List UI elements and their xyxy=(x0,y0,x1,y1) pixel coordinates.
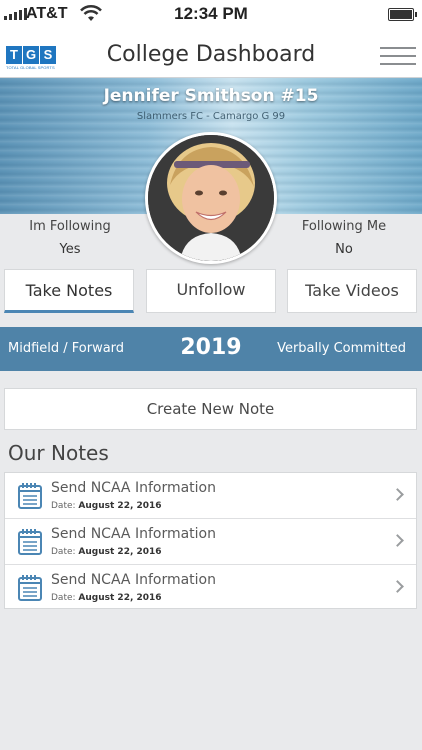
following-me-value: No xyxy=(335,242,353,257)
take-videos-button[interactable]: Take Videos xyxy=(287,269,417,313)
note-date: Date: August 22, 2016 xyxy=(51,593,162,603)
chevron-right-icon xyxy=(391,580,404,593)
im-following-stat: Im Following Yes xyxy=(0,219,140,257)
player-photo xyxy=(148,135,274,261)
player-team: Slammers FC - Camargo G 99 xyxy=(136,111,286,122)
note-date: Date: August 22, 2016 xyxy=(51,501,162,511)
im-following-label: Im Following xyxy=(29,219,111,234)
list-item[interactable]: Send NCAA Information Date: August 22, 2… xyxy=(5,518,416,564)
note-title: Send NCAA Information xyxy=(51,572,216,588)
note-title: Send NCAA Information xyxy=(51,526,216,542)
avatar xyxy=(145,132,277,264)
notes-heading: Our Notes xyxy=(8,441,109,465)
note-date: Date: August 22, 2016 xyxy=(51,547,162,557)
clock: 12:34 PM xyxy=(174,4,248,23)
notepad-icon xyxy=(18,575,42,601)
notepad-icon xyxy=(18,529,42,555)
battery-icon xyxy=(388,8,417,21)
player-name: Jennifer Smithson #15 xyxy=(103,86,319,106)
hamburger-menu-icon[interactable] xyxy=(380,47,416,65)
list-item[interactable]: Send NCAA Information Date: August 22, 2… xyxy=(5,473,416,519)
im-following-value: Yes xyxy=(59,242,81,257)
note-title: Send NCAA Information xyxy=(51,480,216,496)
list-item[interactable]: Send NCAA Information Date: August 22, 2… xyxy=(5,564,416,610)
take-notes-button[interactable]: Take Notes xyxy=(4,269,134,313)
status-bar: AT&T 12:34 PM xyxy=(0,0,422,30)
notepad-icon xyxy=(18,483,42,509)
notes-list: Send NCAA Information Date: August 22, 2… xyxy=(4,472,417,609)
page-title: College Dashboard xyxy=(106,42,316,67)
create-new-note-button[interactable]: Create New Note xyxy=(4,388,417,430)
commitment-status: Verbally Committed xyxy=(277,341,406,356)
chevron-right-icon xyxy=(391,534,404,547)
player-info-bar: Midfield / Forward 2019 Verbally Committ… xyxy=(0,327,422,371)
following-me-label: Following Me xyxy=(301,219,387,234)
chevron-right-icon xyxy=(391,488,404,501)
nav-bar: T G S TOTAL GLOBAL SPORTS College Dashbo… xyxy=(0,30,422,78)
following-me-stat: Following Me No xyxy=(274,219,414,257)
unfollow-button[interactable]: Unfollow xyxy=(146,269,276,313)
